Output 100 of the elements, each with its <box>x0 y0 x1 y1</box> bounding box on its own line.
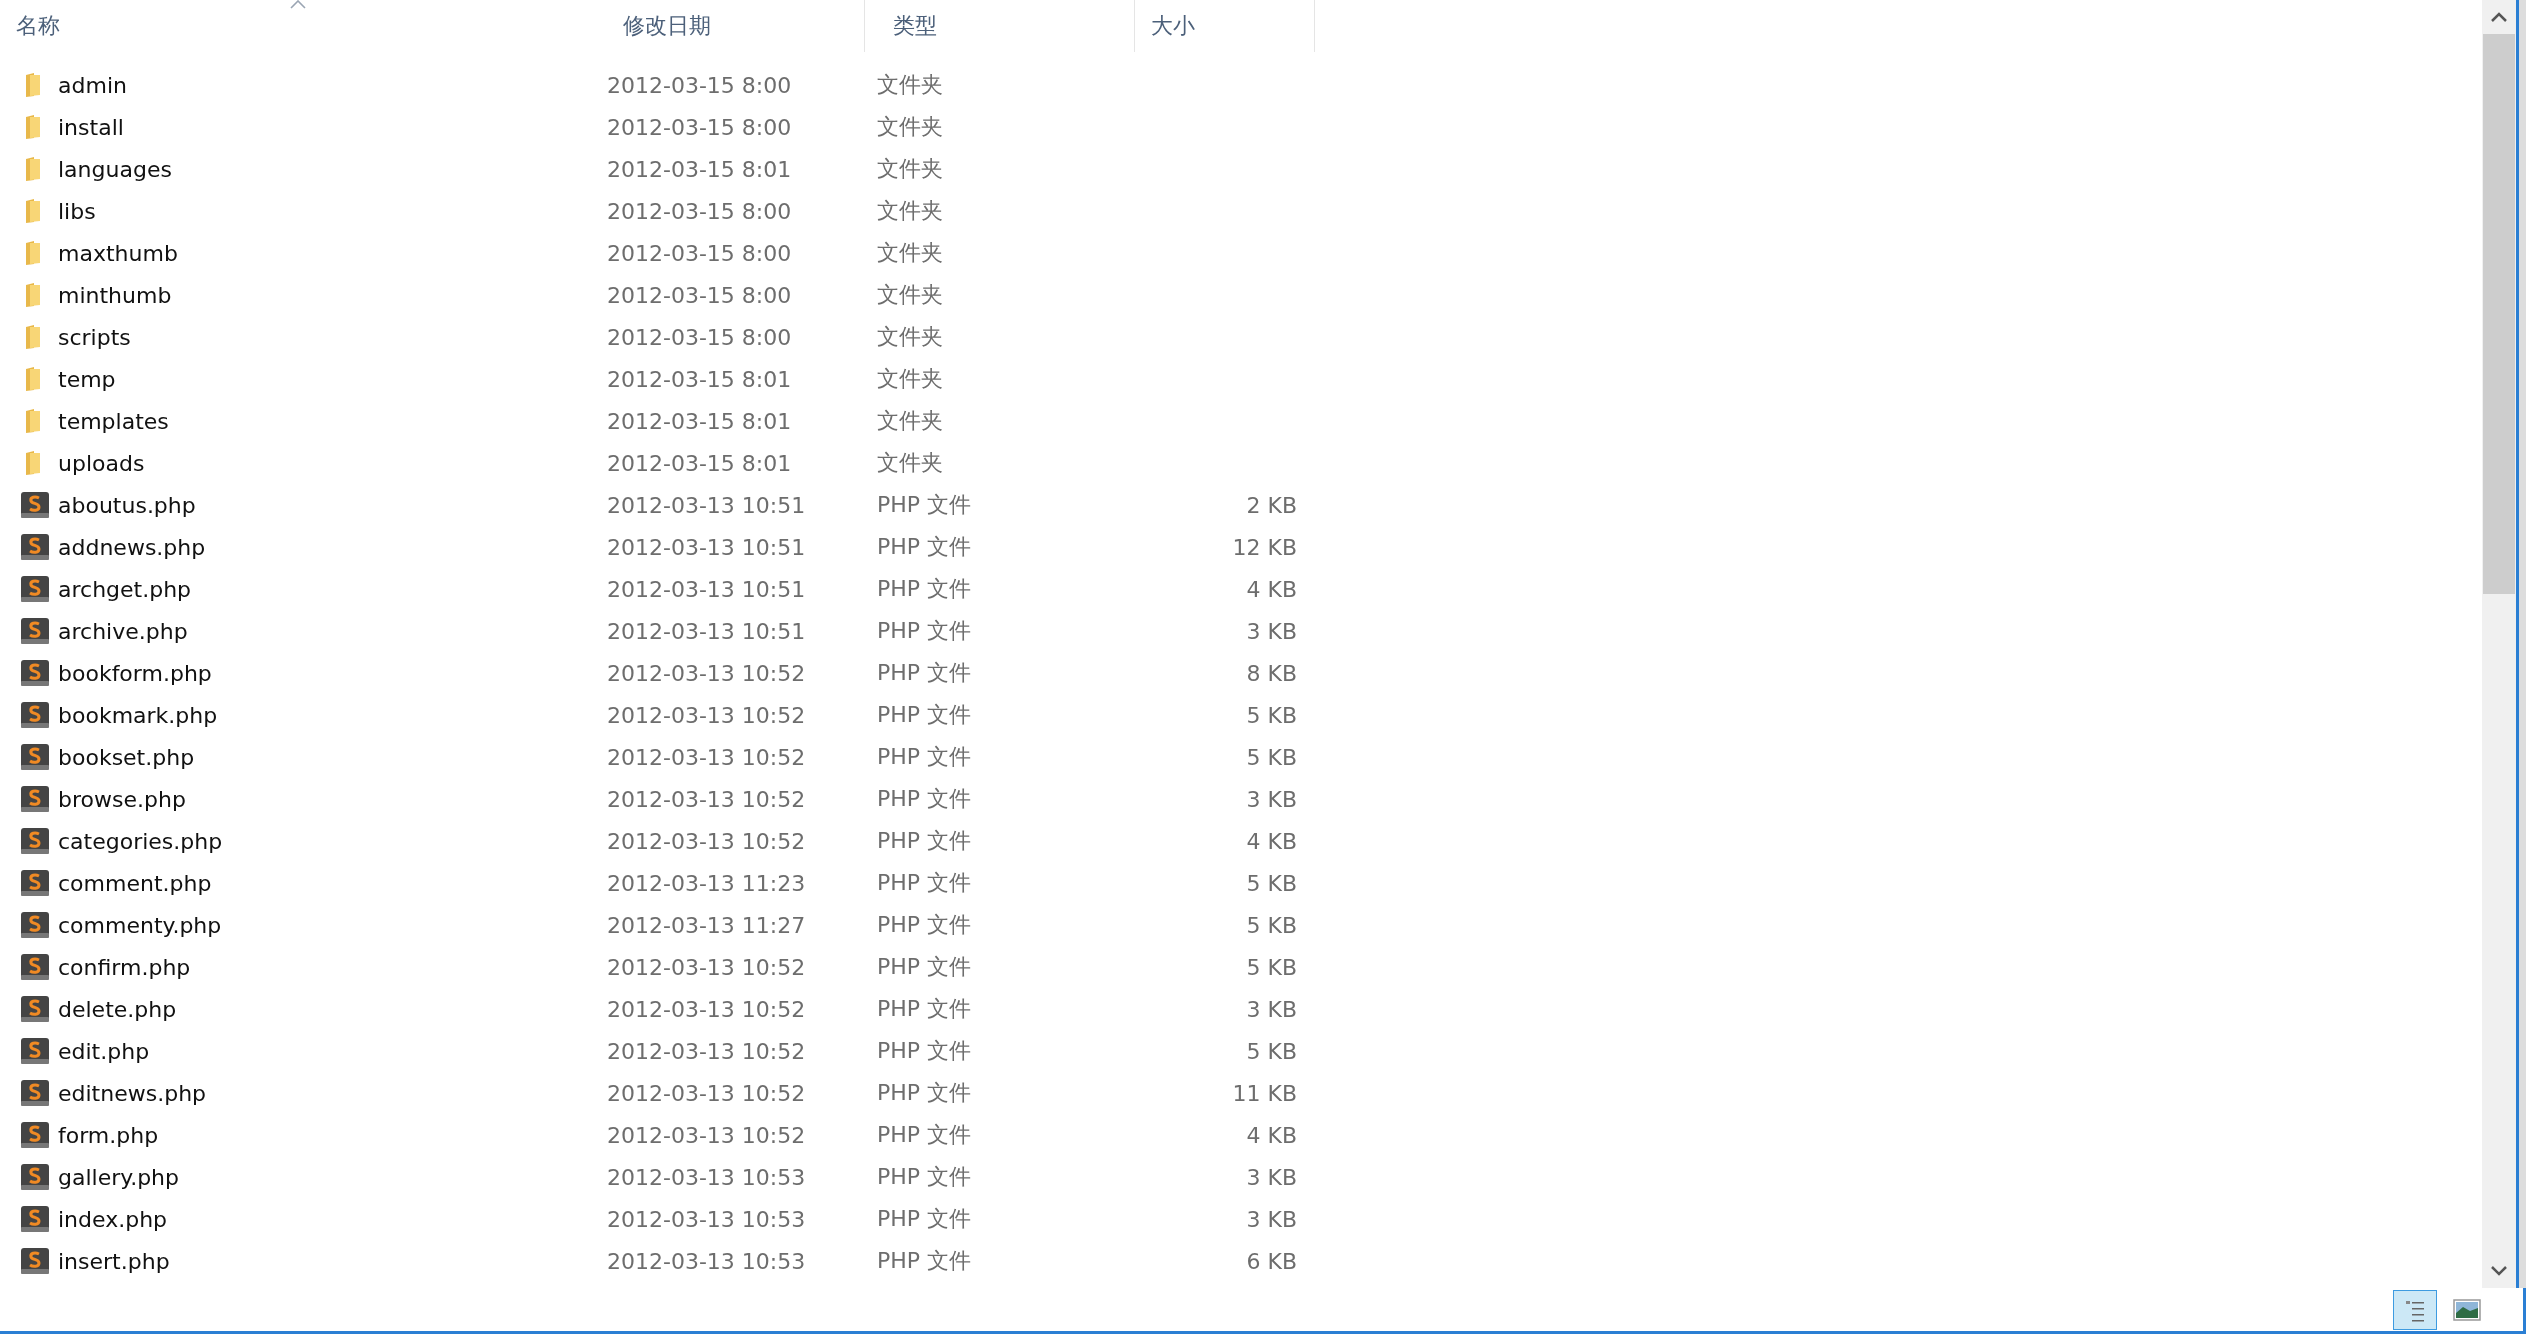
file-type: PHP 文件 <box>877 1121 972 1149</box>
file-type: 文件夹 <box>877 239 943 267</box>
file-icon <box>20 1037 50 1065</box>
file-icon <box>20 911 50 939</box>
file-size: 11 KB <box>1232 1080 1297 1106</box>
file-size: 3 KB <box>1246 618 1297 644</box>
file-type: PHP 文件 <box>877 911 972 939</box>
details-view-button[interactable] <box>2393 1289 2437 1330</box>
file-type: PHP 文件 <box>877 995 972 1023</box>
folder-icon <box>24 408 42 434</box>
file-type: PHP 文件 <box>877 827 972 855</box>
file-type: PHP 文件 <box>877 743 972 771</box>
file-icon <box>20 701 50 729</box>
file-type: 文件夹 <box>877 365 943 393</box>
folder-icon <box>24 366 42 392</box>
modified-date: 2012-03-15 8:01 <box>607 408 792 434</box>
file-name[interactable]: commenty.php <box>58 912 222 938</box>
modified-date: 2012-03-15 8:01 <box>607 156 792 182</box>
folder-icon <box>24 156 42 182</box>
file-icon <box>20 1079 50 1107</box>
file-name[interactable]: maxthumb <box>58 240 178 266</box>
file-name[interactable]: editnews.php <box>58 1080 207 1106</box>
scroll-up-icon[interactable] <box>2491 12 2507 22</box>
file-size: 3 KB <box>1246 1164 1297 1190</box>
file-size: 3 KB <box>1246 996 1297 1022</box>
file-name[interactable]: index.php <box>58 1206 168 1232</box>
file-icon <box>20 785 50 813</box>
file-type: 文件夹 <box>877 449 943 477</box>
file-name[interactable]: libs <box>58 198 96 224</box>
file-name[interactable]: bookset.php <box>58 744 195 770</box>
file-name[interactable]: install <box>58 114 124 140</box>
file-name[interactable]: insert.php <box>58 1248 170 1274</box>
scroll-down-icon[interactable] <box>2491 1266 2507 1276</box>
file-name[interactable]: confirm.php <box>58 954 191 980</box>
file-type: PHP 文件 <box>877 659 972 687</box>
file-name[interactable]: gallery.php <box>58 1164 179 1190</box>
modified-date: 2012-03-13 10:51 <box>607 618 806 644</box>
file-icon <box>20 617 50 645</box>
landscape-icon <box>2453 1298 2481 1321</box>
file-type: PHP 文件 <box>877 785 972 813</box>
modified-date: 2012-03-13 10:53 <box>607 1206 806 1232</box>
file-name[interactable]: temp <box>58 366 116 392</box>
file-name[interactable]: bookmark.php <box>58 702 218 728</box>
file-name[interactable]: browse.php <box>58 786 186 812</box>
file-name[interactable]: uploads <box>58 450 145 476</box>
modified-date: 2012-03-15 8:00 <box>607 198 792 224</box>
file-type: PHP 文件 <box>877 533 972 561</box>
file-icon <box>20 1205 50 1233</box>
file-name[interactable]: scripts <box>58 324 131 350</box>
folder-icon <box>24 324 42 350</box>
file-name[interactable]: languages <box>58 156 172 182</box>
column-header[interactable]: 大小 <box>1135 11 1195 41</box>
modified-date: 2012-03-15 8:00 <box>607 114 792 140</box>
file-name[interactable]: minthumb <box>58 282 172 308</box>
column-header[interactable]: 类型 <box>877 11 937 41</box>
file-size: 5 KB <box>1246 912 1297 938</box>
file-size: 8 KB <box>1246 660 1297 686</box>
file-name[interactable]: categories.php <box>58 828 223 854</box>
file-type: 文件夹 <box>877 113 943 141</box>
file-name[interactable]: edit.php <box>58 1038 150 1064</box>
file-size: 5 KB <box>1246 1038 1297 1064</box>
file-icon <box>20 869 50 897</box>
file-type: PHP 文件 <box>877 1247 972 1275</box>
file-name[interactable]: addnews.php <box>58 534 206 560</box>
modified-date: 2012-03-15 8:00 <box>607 282 792 308</box>
modified-date: 2012-03-13 10:52 <box>607 996 806 1022</box>
modified-date: 2012-03-13 10:52 <box>607 702 806 728</box>
modified-date: 2012-03-13 10:52 <box>607 1038 806 1064</box>
column-header[interactable]: 名称 <box>0 11 60 41</box>
file-type: PHP 文件 <box>877 1037 972 1065</box>
file-type: 文件夹 <box>877 323 943 351</box>
file-icon <box>20 743 50 771</box>
file-name[interactable]: form.php <box>58 1122 159 1148</box>
file-name[interactable]: comment.php <box>58 870 212 896</box>
modified-date: 2012-03-13 10:51 <box>607 492 806 518</box>
file-name[interactable]: delete.php <box>58 996 177 1022</box>
file-name[interactable]: admin <box>58 72 127 98</box>
modified-date: 2012-03-15 8:01 <box>607 450 792 476</box>
file-type: PHP 文件 <box>877 1163 972 1191</box>
modified-date: 2012-03-13 10:52 <box>607 660 806 686</box>
file-type: PHP 文件 <box>877 617 972 645</box>
file-icon <box>20 1163 50 1191</box>
file-name[interactable]: templates <box>58 408 169 434</box>
file-icon <box>20 1121 50 1149</box>
file-name[interactable]: bookform.php <box>58 660 212 686</box>
modified-date: 2012-03-15 8:01 <box>607 366 792 392</box>
modified-date: 2012-03-15 8:00 <box>607 72 792 98</box>
file-type: PHP 文件 <box>877 953 972 981</box>
file-name[interactable]: archget.php <box>58 576 192 602</box>
file-name[interactable]: aboutus.php <box>58 492 196 518</box>
scroll-thumb[interactable] <box>2483 34 2515 594</box>
modified-date: 2012-03-13 11:23 <box>607 870 806 896</box>
modified-date: 2012-03-13 10:52 <box>607 828 806 854</box>
modified-date: 2012-03-15 8:00 <box>607 324 792 350</box>
column-header[interactable]: 修改日期 <box>607 11 711 41</box>
file-icon <box>20 533 50 561</box>
file-size: 3 KB <box>1246 1206 1297 1232</box>
file-type: PHP 文件 <box>877 1205 972 1233</box>
file-name[interactable]: archive.php <box>58 618 188 644</box>
modified-date: 2012-03-15 8:00 <box>607 240 792 266</box>
